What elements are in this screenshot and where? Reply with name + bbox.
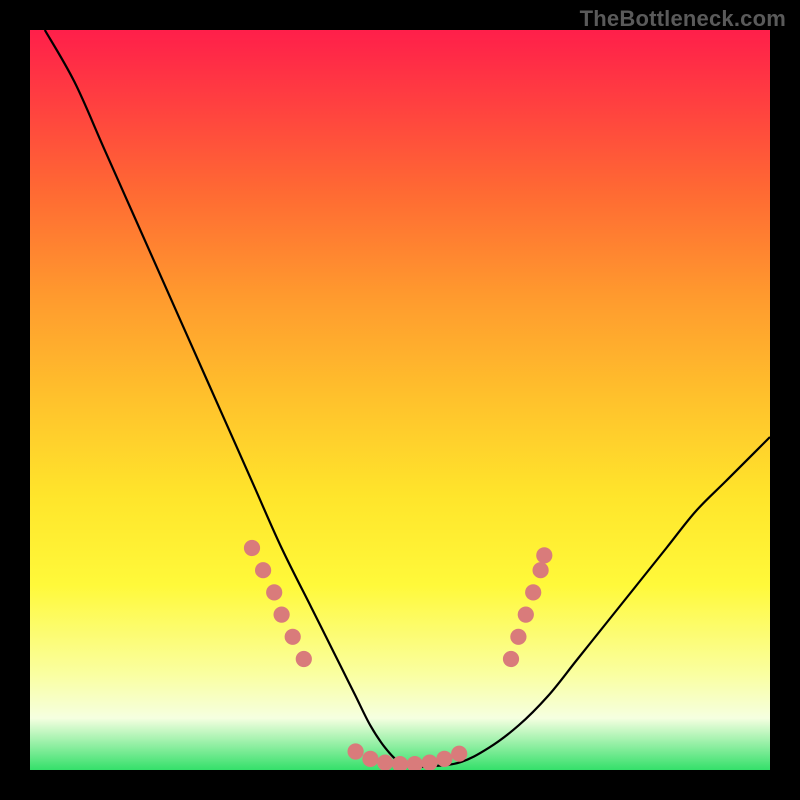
highlight-dot [274,607,290,623]
highlight-dot [255,562,271,578]
highlight-dot [266,584,282,600]
highlight-dot [362,751,378,767]
plot-area [30,30,770,770]
highlight-dot [422,755,438,771]
highlight-dot [436,751,452,767]
highlight-dot [296,651,312,667]
highlight-dot [518,607,534,623]
highlight-dot [407,756,423,770]
chart-frame: TheBottleneck.com [0,0,800,800]
highlight-dot [285,629,301,645]
highlight-dot [536,547,552,563]
highlight-dot [244,540,260,556]
highlight-dot [348,743,364,759]
highlight-dot [525,584,541,600]
bottleneck-curve [45,30,770,767]
highlight-dot [451,746,467,762]
watermark-text: TheBottleneck.com [580,6,786,32]
highlight-dot [377,755,393,771]
chart-svg [30,30,770,770]
highlight-dot [533,562,549,578]
highlight-dot [503,651,519,667]
highlight-dot [510,629,526,645]
